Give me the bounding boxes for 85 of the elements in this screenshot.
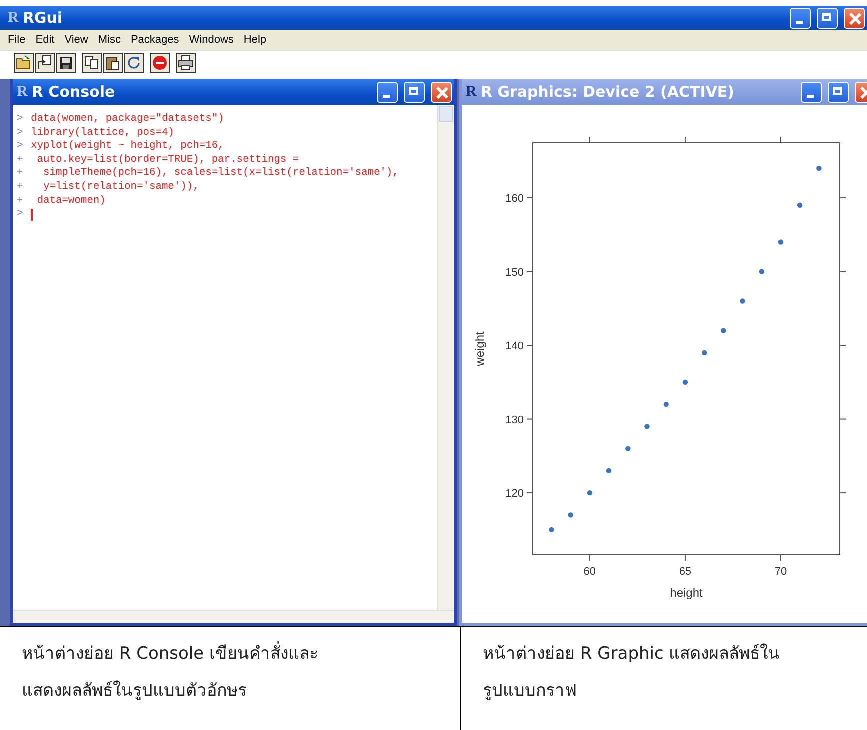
prompt-symbol: + [17,154,24,168]
horizontal-scrollbar[interactable] [13,610,454,623]
graphics-title: R Graphics: Device 2 (ACTIVE) [480,83,735,101]
y-tick-label: 140 [506,340,524,353]
prompt-symbol: + [17,194,24,208]
clipboard-icon [105,55,121,71]
vertical-scrollbar[interactable] [437,105,454,610]
window-title: RGui [22,9,63,27]
stop-sign-icon [152,55,168,71]
restore-button[interactable] [817,8,838,28]
toolbar-button[interactable] [176,53,196,73]
toolbar-button[interactable] [150,53,170,73]
text-cursor [31,208,33,221]
tick-mark [840,345,846,346]
maximize-button[interactable] [828,82,849,102]
toolbar-button[interactable] [56,53,76,73]
document-arrow-icon [37,55,53,71]
code-line: simpleTheme(pch=16), scales=list(x=list(relation='same'), [42,167,399,181]
close-button[interactable] [844,8,865,28]
tick-mark [526,418,534,420]
minimize-button[interactable] [790,8,811,28]
tick-mark [589,136,590,144]
menu-item[interactable]: Packages [130,34,180,46]
tick-mark [684,136,686,144]
caption-text: หน้าต่างย่อย R Console เขียนคำสั่งและ [22,639,319,666]
prompt-symbol: + [17,180,24,195]
toolbar-button[interactable] [124,53,144,73]
code-line: data=women) [36,194,106,208]
printer-icon [178,55,194,71]
tick-mark [840,271,846,272]
app-logo: R [466,84,477,100]
maximize-button[interactable] [404,82,425,102]
x-axis-label: height [670,586,703,600]
prompt-symbol: + [17,167,24,181]
x-tick-label: 60 [584,566,596,578]
y-tick-label: 120 [506,488,524,500]
close-button[interactable] [431,82,452,102]
x-tick-label: 65 [679,566,692,578]
toolbar-button[interactable] [82,53,102,73]
tick-mark [526,345,534,346]
code-line: auto.key=list(border=TRUE), par.settings = [36,154,300,168]
tick-mark [840,492,846,494]
menu-item[interactable]: Misc [98,34,121,46]
copy-icon [84,55,100,71]
tick-mark [780,554,782,562]
code-line: xyplot(weight ~ height, pch=16, [31,140,224,154]
minimize-button[interactable] [377,82,398,102]
menu-item[interactable]: Windows [189,34,234,46]
tick-mark [589,554,590,562]
open-folder-icon [16,55,32,71]
y-tick-label: 130 [506,414,524,426]
code-line: data(women, package="datasets") [31,113,224,127]
tick-mark [526,198,534,199]
toolbar-button[interactable] [14,53,34,73]
menu-item[interactable]: Help [244,34,267,46]
app-logo: R [17,84,28,100]
refresh-icon [126,55,142,71]
tick-mark [684,554,686,562]
prompt-symbol: > [17,126,24,140]
prompt-symbol: > [17,208,24,222]
app-logo: R [8,10,19,26]
x-tick-label: 70 [774,566,788,578]
prompt-symbol: > [17,113,24,127]
tick-mark [526,271,534,272]
tick-mark [840,418,846,420]
code-line: library(lattice, pos=4) [31,126,174,140]
menu-item[interactable]: Edit [36,34,55,46]
minimize-button[interactable] [801,82,822,102]
toolbar-button[interactable] [35,53,55,73]
console-title: R Console [32,83,116,101]
toolbar-button[interactable] [103,53,123,73]
caption-text: รูปแบบกราฟ [483,680,577,703]
tick-mark [526,492,534,494]
prompt-symbol: > [17,140,24,154]
y-axis-label: weight [473,332,487,366]
tick-mark [780,136,782,144]
menu-item[interactable]: File [8,34,26,46]
code-line: y=list(relation='same')), [42,180,200,195]
menu-item[interactable]: View [64,34,88,46]
close-button[interactable] [855,82,867,102]
y-tick-label: 160 [506,193,524,206]
caption-text: หน้าต่างย่อย R Graphic แสดงผลลัพธ์ใน [483,642,780,666]
tick-mark [840,198,846,199]
caption-text: แสดงผลลัพธ์ในรูปแบบตัวอักษร [22,680,247,703]
y-tick-label: 150 [506,266,524,279]
